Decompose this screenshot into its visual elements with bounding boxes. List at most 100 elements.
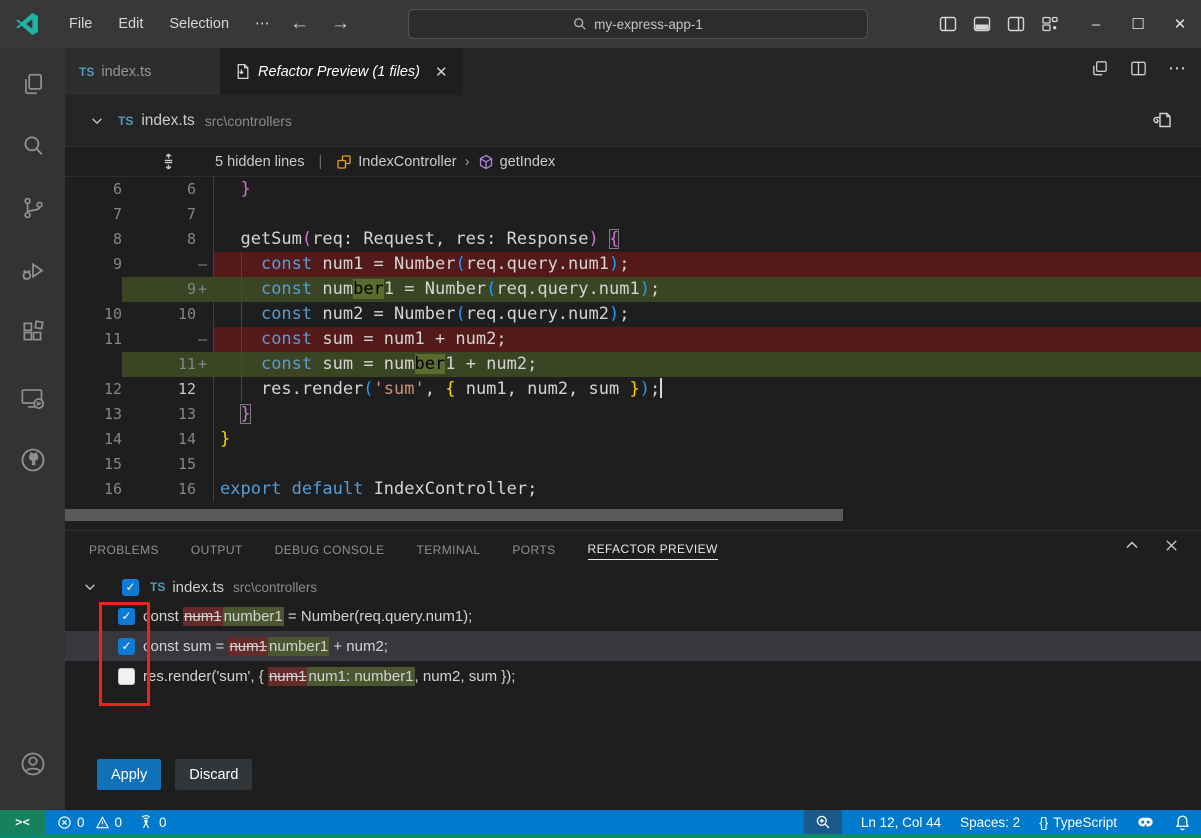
tab-index-ts[interactable]: TS index.ts (65, 48, 220, 95)
diff-file-name: index.ts (141, 112, 194, 130)
open-changes-icon[interactable] (1090, 59, 1109, 78)
tab-close-icon[interactable]: ✕ (435, 63, 448, 81)
tab-terminal[interactable]: TERMINAL (417, 543, 481, 560)
extensions-icon[interactable] (0, 308, 65, 356)
warning-count: 0 (115, 815, 123, 830)
code-text: getSum(req: Request, res: Response) { (213, 227, 1201, 252)
breadcrumb-method[interactable]: getIndex (478, 154, 556, 170)
ports-status[interactable]: 0 (138, 814, 167, 830)
code-line-14[interactable]: 1414} (65, 427, 1201, 452)
window-bottom-edge (0, 834, 1201, 838)
gutter-diff-sign (196, 427, 213, 452)
diff-file-path: src\controllers (205, 113, 292, 129)
code-line-8[interactable]: 88 getSum(req: Request, res: Response) { (65, 227, 1201, 252)
tab-label: Refactor Preview (1 files) (258, 64, 420, 80)
maximize-panel-icon[interactable] (1124, 537, 1140, 553)
file-checkbox[interactable]: ✓ (122, 579, 139, 596)
menu-more[interactable]: ⋯ (242, 11, 283, 37)
gutter-diff-sign (196, 227, 213, 252)
source-control-icon[interactable] (0, 184, 65, 232)
problems-status[interactable]: 0 0 (57, 815, 122, 830)
change-checkbox[interactable]: ✓ (118, 608, 135, 625)
ports-count: 0 (159, 815, 167, 830)
remote-explorer-icon[interactable] (0, 374, 65, 422)
zoom-status[interactable] (804, 810, 842, 834)
error-count: 0 (77, 815, 85, 830)
run-debug-icon[interactable] (0, 246, 65, 294)
gutter-diff-sign: + (196, 277, 213, 302)
code-line-7[interactable]: 77 (65, 202, 1201, 227)
explorer-icon[interactable] (0, 60, 65, 108)
code-line-16[interactable]: 1616export default IndexController; (65, 477, 1201, 502)
forward-arrow-icon[interactable]: → (331, 13, 350, 35)
search-view-icon[interactable] (0, 122, 65, 170)
minimize-button[interactable]: – (1075, 0, 1117, 48)
chevron-down-icon[interactable] (83, 580, 97, 594)
notifications-bell-icon[interactable] (1174, 814, 1191, 831)
accounts-icon[interactable] (0, 740, 65, 788)
code-line-13[interactable]: 1313 } (65, 402, 1201, 427)
breadcrumb-method-label: getIndex (500, 154, 556, 170)
code-line-9[interactable]: 9– const num1 = Number(req.query.num1); (65, 252, 1201, 277)
menu-edit[interactable]: Edit (105, 11, 156, 37)
hidden-lines-label[interactable]: 5 hidden lines (215, 154, 305, 170)
refactor-change-row-3[interactable]: res.render('sum', { num1num1: number1, n… (65, 661, 1201, 691)
back-arrow-icon[interactable]: ← (290, 13, 309, 35)
code-line-6[interactable]: 66 } (65, 177, 1201, 202)
refactor-change-row-2[interactable]: ✓const sum = num1number1 + num2; (65, 631, 1201, 661)
command-center-search[interactable]: my-express-app-1 (408, 9, 868, 39)
tab-output[interactable]: OUTPUT (191, 543, 243, 560)
editor-tab-bar: TS index.ts Refactor Preview (1 files) ✕ (65, 48, 1201, 95)
apply-button[interactable]: Apply (97, 759, 161, 790)
code-line-9[interactable]: 9+ const number1 = Number(req.query.num1… (65, 277, 1201, 302)
code-line-10[interactable]: 1010 const num2 = Number(req.query.num2)… (65, 302, 1201, 327)
change-checkbox[interactable]: ✓ (118, 638, 135, 655)
history-nav: ← → (290, 0, 350, 48)
maximize-button[interactable]: ☐ (1117, 0, 1159, 48)
copilot-icon[interactable] (1136, 813, 1155, 832)
code-line-15[interactable]: 1515 (65, 452, 1201, 477)
language-mode[interactable]: {} TypeScript (1039, 815, 1117, 830)
gutter-modified-line-number: 15 (122, 452, 196, 477)
horizontal-scrollbar[interactable] (65, 509, 843, 521)
breadcrumb-class[interactable]: IndexController (336, 154, 456, 170)
code-line-11[interactable]: 11+ const sum = number1 + num2; (65, 352, 1201, 377)
breadcrumb-class-label: IndexController (358, 154, 456, 170)
toggle-secondary-sidebar-icon[interactable] (1006, 14, 1026, 34)
remote-indicator[interactable]: >< (0, 810, 45, 834)
diff-file-header[interactable]: TS index.ts src\controllers (65, 95, 1201, 147)
toggle-sidebar-icon[interactable] (938, 14, 958, 34)
gutter-original-line-number: 14 (65, 427, 122, 452)
more-actions-icon[interactable]: ⋯ (1168, 58, 1187, 79)
close-button[interactable]: ✕ (1159, 0, 1201, 48)
code-line-12[interactable]: 1212 res.render('sum', { num1, num2, sum… (65, 377, 1201, 402)
chevron-down-icon[interactable] (90, 114, 104, 128)
tab-problems[interactable]: PROBLEMS (89, 543, 159, 560)
gutter-original-line-number: 8 (65, 227, 122, 252)
github-icon[interactable] (0, 436, 65, 484)
split-editor-icon[interactable] (1129, 59, 1148, 78)
unfold-icon[interactable] (160, 153, 177, 170)
tab-refactor-preview[interactable]: Refactor Preview (1 files) ✕ (220, 48, 462, 95)
text-cursor (660, 378, 662, 398)
tabbar-actions: ⋯ (1090, 48, 1187, 88)
discard-button[interactable]: Discard (175, 759, 252, 790)
window-controls: – ☐ ✕ (1075, 0, 1201, 48)
code-line-11[interactable]: 11– const sum = num1 + num2; (65, 327, 1201, 352)
toggle-panel-icon[interactable] (972, 14, 992, 34)
change-checkbox[interactable] (118, 668, 135, 685)
open-file-icon[interactable] (1151, 109, 1173, 131)
code-text (213, 452, 1201, 477)
vscode-logo-icon (14, 11, 40, 37)
refactor-change-row-1[interactable]: ✓const num1number1 = Number(req.query.nu… (65, 601, 1201, 631)
indentation[interactable]: Spaces: 2 (960, 815, 1020, 830)
tab-debug-console[interactable]: DEBUG CONSOLE (275, 543, 385, 560)
close-panel-icon[interactable] (1164, 538, 1179, 553)
customize-layout-icon[interactable] (1040, 14, 1060, 34)
tab-ports[interactable]: PORTS (512, 543, 555, 560)
tab-refactor-preview[interactable]: REFACTOR PREVIEW (588, 542, 718, 560)
cursor-position[interactable]: Ln 12, Col 44 (861, 815, 941, 830)
menu-selection[interactable]: Selection (156, 11, 242, 37)
menu-file[interactable]: File (56, 11, 105, 37)
tree-file-row[interactable]: ✓ TS index.ts src\controllers (65, 573, 1201, 601)
